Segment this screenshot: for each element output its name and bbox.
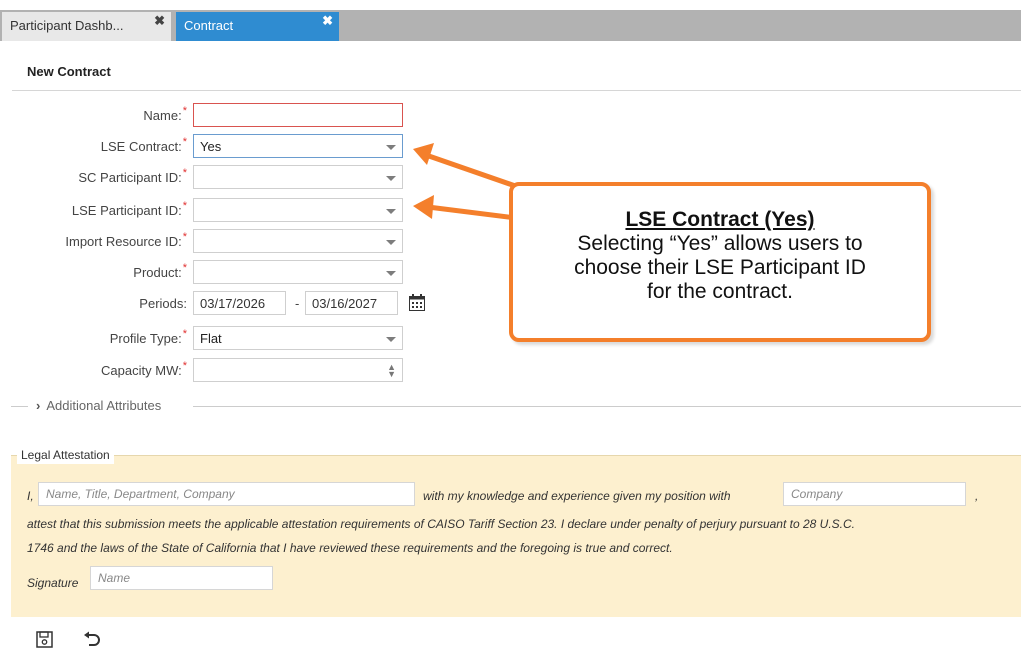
attest-comma: , [975,489,979,503]
close-icon[interactable]: ✖ [154,13,165,29]
legal-attestation-title: Legal Attestation [17,446,114,464]
capacity-input[interactable]: ▲ ▼ [193,358,403,382]
period-start-input[interactable]: 03/17/2026 [193,291,286,315]
attest-text-line1: attest that this submission meets the ap… [27,517,855,531]
sc-participant-select[interactable] [193,165,403,189]
callout-line2: choose their LSE Participant ID [574,256,866,279]
lse-contract-select[interactable]: Yes [193,134,403,158]
signature-input[interactable]: Name [90,566,273,590]
signature-label: Signature [27,576,79,590]
name-row: Name:* [0,103,420,129]
tab-participant-dashboard[interactable]: Participant Dashb... ✖ [2,12,171,41]
name-input[interactable] [193,103,403,127]
tab-contract[interactable]: Contract ✖ [176,12,339,41]
divider [11,406,28,407]
chevron-down-icon[interactable] [386,240,396,245]
capacity-label: Capacity MW:* [101,360,187,378]
lse-participant-select[interactable] [193,198,403,222]
divider [11,455,1021,456]
lse-contract-label: LSE Contract:* [100,136,187,154]
product-select[interactable] [193,260,403,284]
close-icon[interactable]: ✖ [322,13,333,29]
product-label: Product:* [133,262,187,280]
lse-participant-label: LSE Participant ID:* [71,200,187,218]
period-separator: - [295,296,300,311]
company-input[interactable]: Company [783,482,966,506]
divider [12,90,1021,91]
chevron-down-icon[interactable] [386,145,396,150]
attest-prefix: I, [27,489,34,503]
chevron-right-icon: › [36,398,41,413]
callout-line1: Selecting “Yes” allows users to [577,232,863,255]
callout-heading: LSE Contract (Yes) [625,208,815,231]
product-row: Product:* [0,260,420,286]
spinner-icon[interactable]: ▲ ▼ [387,363,396,379]
legal-attestation-panel [11,455,1021,617]
import-resource-label: Import Resource ID:* [65,231,187,249]
periods-label: Periods: [139,296,187,311]
additional-attributes-toggle[interactable]: › Additional Attributes [0,397,1021,415]
lse-participant-row: LSE Participant ID:* [0,198,420,224]
attest-middle-text: with my knowledge and experience given m… [423,489,731,503]
tab-label: Participant Dashb... [10,18,124,33]
period-end-input[interactable]: 03/16/2027 [305,291,398,315]
import-resource-select[interactable] [193,229,403,253]
tab-label: Contract [184,18,234,33]
chevron-down-icon[interactable] [386,176,396,181]
callout-arrows [413,143,525,222]
name-label: Name:* [143,105,187,123]
callout-box: LSE Contract (Yes) Selecting “Yes” allow… [509,182,931,342]
chevron-down-icon[interactable] [386,209,396,214]
divider [193,406,1021,407]
sc-participant-row: SC Participant ID:* [0,165,420,191]
calendar-icon[interactable] [409,294,425,311]
tab-bar: Participant Dashb... ✖ Contract ✖ [0,10,1021,41]
undo-icon[interactable] [83,631,101,648]
periods-row: Periods: 03/17/2026 - 03/16/2027 [0,291,425,317]
chevron-down-icon[interactable] [386,271,396,276]
page-title: New Contract [27,64,111,79]
profile-type-select[interactable]: Flat [193,326,403,350]
attest-text-line2: 1746 and the laws of the State of Califo… [27,541,673,555]
attester-name-input[interactable]: Name, Title, Department, Company [38,482,415,506]
sc-participant-label: SC Participant ID:* [78,167,187,185]
capacity-row: Capacity MW:* ▲ ▼ [0,358,420,384]
additional-attributes-label: › Additional Attributes [36,398,162,413]
import-resource-row: Import Resource ID:* [0,229,420,255]
profile-type-row: Profile Type:* Flat [0,326,420,352]
chevron-down-icon[interactable] [386,337,396,342]
lse-contract-row: LSE Contract:* Yes [0,134,420,160]
callout-line3: for the contract. [647,280,793,303]
profile-type-label: Profile Type:* [109,328,187,346]
save-icon[interactable] [36,631,53,648]
